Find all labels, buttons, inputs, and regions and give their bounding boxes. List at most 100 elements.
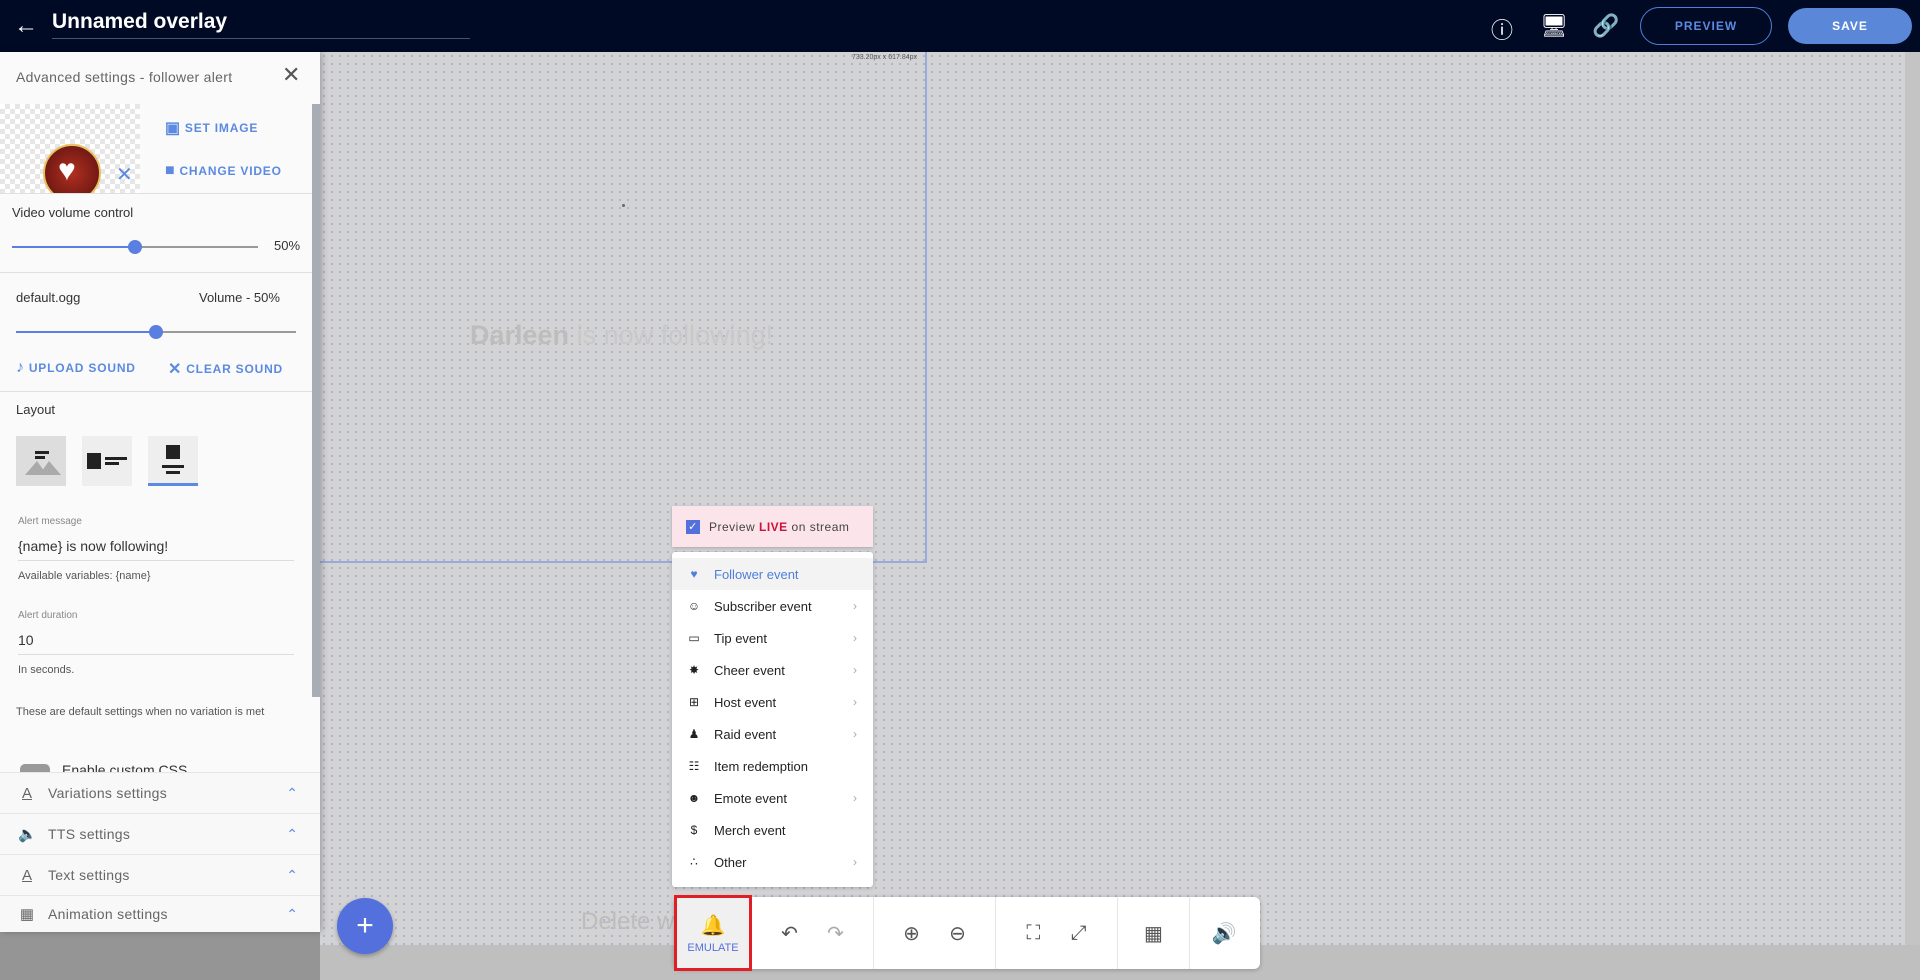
chevron-right-icon: › [853,695,857,709]
canvas-scrollbar[interactable] [1905,52,1920,945]
alert-message: is now following! [569,320,774,350]
accordion-tts-settings[interactable]: 🔈 TTS settings ⌃ [0,813,320,854]
section-label: TTS settings [48,826,131,842]
save-button[interactable]: SAVE [1788,8,1912,44]
advanced-settings-panel: Advanced settings - follower alert ✕ ♥ ✕… [0,52,320,932]
upload-sound-label: UPLOAD SOUND [28,361,136,375]
undo-icon[interactable]: ↶ [781,921,798,946]
other-dots-icon: ∴ [690,855,698,869]
back-arrow-icon[interactable]: ← [14,12,38,40]
preview-live-toggle[interactable]: ✓ Preview LIVE on stream [672,506,873,547]
alert-preview-text[interactable]: Darleen is now following! [470,320,773,351]
layout-overlay-icon [25,451,61,475]
chevron-right-icon: › [853,727,857,741]
menu-item-label: Subscriber event [714,598,812,614]
fullscreen-group: ⛶ ⤢ [996,897,1118,969]
menu-item-follower-event[interactable]: ♥ Follower event [672,558,873,590]
center-point [622,204,625,207]
preview-button[interactable]: PREVIEW [1640,7,1772,45]
alert-duration-hint: In seconds. [18,664,75,676]
accordion-animation-settings[interactable]: ▦ Animation settings ⌃ [0,895,320,932]
dimensions-label: 733.20px x 617.84px [852,54,917,61]
add-element-button[interactable]: + [337,898,393,954]
set-image-button[interactable]: ▣ SET IMAGE [165,118,258,138]
gift-icon: ☷ [688,759,700,773]
menu-item-tip-event[interactable]: ▭ Tip event › [672,622,873,654]
layout-image-top[interactable] [148,436,198,486]
layout-label: Layout [16,402,56,417]
text-format-icon: A [21,866,32,884]
accordion-variations-settings[interactable]: A Variations settings ⌃ [0,772,320,813]
layout-stacked-icon [162,444,184,474]
speaker-icon: 🔈 [18,826,37,843]
credit-card-icon: ▭ [688,631,700,645]
grid-icon[interactable]: ▦ [1144,921,1163,946]
chevron-up-icon: ⌃ [286,825,298,842]
top-bar: ← Unnamed overlay ⓘ 🖥 🔗 PREVIEW SAVE [0,0,1920,52]
change-video-button[interactable]: ■ CHANGE VIDEO [165,162,282,180]
zoom-group: ⊕ ⊖ [874,897,996,969]
clear-sound-label: CLEAR SOUND [186,362,284,376]
alert-message-input[interactable]: {name} is now following! [18,538,294,561]
overlay-title-input[interactable]: Unnamed overlay [52,10,470,39]
volume-icon[interactable]: 🔊 [1212,921,1237,946]
menu-item-raid-event[interactable]: ♟ Raid event › [672,718,873,750]
exit-fullscreen-icon[interactable]: ⤢ [1071,922,1087,945]
slider-handle[interactable] [128,240,142,254]
history-group: ↶ ↷ [752,897,874,969]
panel-scrollbar[interactable] [312,104,320,697]
menu-item-label: Follower event [714,566,799,582]
menu-item-label: Cheer event [714,662,785,678]
emulate-button[interactable]: 🔔 EMULATE [674,895,752,971]
monitor-settings-icon[interactable]: 🖥 [1540,13,1568,39]
chevron-up-icon: ⌃ [286,866,298,883]
layout-text-over-image[interactable] [16,436,66,486]
preview-live-label: Preview LIVE on stream [709,519,850,534]
chevron-right-icon: › [853,599,857,613]
overlay-bounds[interactable] [320,52,927,563]
fullscreen-icon[interactable]: ⛶ [1026,922,1040,945]
emote-icon: ☻ [687,791,701,805]
sound-file-name: default.ogg [16,290,81,305]
set-image-label: SET IMAGE [184,121,259,135]
video-volume-slider[interactable] [12,240,258,254]
menu-item-merch-event[interactable]: $ Merch event [672,814,873,846]
menu-item-item-redemption[interactable]: ☷ Item redemption [672,750,873,782]
close-icon[interactable]: ✕ [282,62,300,88]
accordion-text-settings[interactable]: A Text settings ⌃ [0,854,320,895]
cheer-icon: ✸ [688,663,700,677]
upload-sound-button[interactable]: ♪ UPLOAD SOUND [16,359,136,377]
chevron-right-icon: › [853,631,857,645]
section-label: Variations settings [48,785,168,801]
help-icon[interactable]: ⓘ [1488,13,1516,45]
menu-item-label: Tip event [714,630,767,646]
alert-duration-input[interactable]: 10 [18,632,294,655]
checkbox-checked-icon[interactable]: ✓ [686,519,700,534]
clear-sound-button[interactable]: ✕ CLEAR SOUND [168,359,283,379]
layout-image-left[interactable] [82,436,132,486]
slider-handle[interactable] [149,325,163,339]
raid-group-icon: ♟ [688,727,700,741]
alert-message-label: Alert message [18,516,82,527]
video-volume-label: Video volume control [12,205,134,220]
menu-item-label: Other [714,854,747,870]
menu-item-host-event[interactable]: ⊞ Host event › [672,686,873,718]
heart-icon: ♥ [690,567,698,581]
section-label: Animation settings [48,906,168,922]
zoom-out-icon[interactable]: ⊖ [949,921,966,946]
menu-item-cheer-event[interactable]: ✸ Cheer event › [672,654,873,686]
menu-item-emote-event[interactable]: ☻ Emote event › [672,782,873,814]
menu-item-subscriber-event[interactable]: ☺ Subscriber event › [672,590,873,622]
divider [0,272,312,273]
link-icon[interactable]: 🔗 [1592,13,1620,39]
sound-group: 🔊 [1190,897,1258,969]
sound-volume-slider[interactable] [16,325,296,339]
remove-media-icon[interactable]: ✕ [116,162,133,187]
chevron-right-icon: › [853,663,857,677]
redo-icon[interactable]: ↷ [827,921,844,946]
alert-message-hint: Available variables: {name} [18,570,151,582]
menu-item-other[interactable]: ∴ Other › [672,846,873,878]
zoom-in-icon[interactable]: ⊕ [903,921,920,946]
chevron-up-icon: ⌃ [286,784,298,801]
grid-group: ▦ [1118,897,1190,969]
